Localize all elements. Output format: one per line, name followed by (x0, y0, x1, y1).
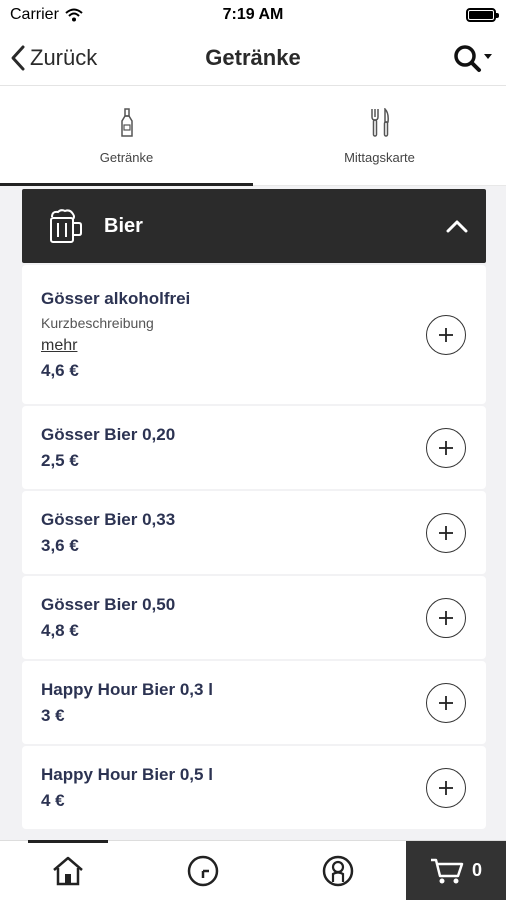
tab-mittagskarte[interactable]: Mittagskarte (253, 87, 506, 185)
list-item[interactable]: Gösser Bier 0,50 4,8 € (22, 576, 486, 659)
add-button[interactable] (426, 427, 466, 468)
item-info: Gösser alkoholfrei Kurzbeschreibung mehr… (41, 289, 190, 381)
item-info: Gösser Bier 0,33 3,6 € (41, 510, 175, 556)
add-button[interactable] (426, 597, 466, 638)
item-price: 2,5 € (41, 450, 79, 470)
list-item[interactable]: Happy Hour Bier 0,5 l 4 € (22, 746, 486, 829)
tab-orders[interactable] (135, 841, 270, 900)
item-name: Gösser Bier 0,33 (41, 509, 176, 529)
battery-icon (466, 8, 499, 22)
item-name: Gösser Bier 0,50 (41, 594, 176, 614)
item-price: 4 € (41, 790, 65, 810)
status-bar: Carrier 7:19 AM (0, 0, 506, 30)
item-name: Gösser Bier 0,20 (41, 424, 176, 444)
category-tabs: Getränke Mittagskarte (0, 87, 506, 186)
home-icon (52, 856, 83, 885)
list-item[interactable]: Gösser Bier 0,33 3,6 € (22, 491, 486, 574)
list-item[interactable]: Gösser Bier 0,20 2,5 € (22, 406, 486, 489)
nav-bar: Zurück Getränke (0, 30, 506, 86)
list-item[interactable]: Gösser alkoholfrei Kurzbeschreibung mehr… (22, 265, 486, 404)
plus-icon (439, 780, 453, 795)
tab-home[interactable] (0, 840, 135, 900)
bottom-tab-bar: 0 (0, 840, 506, 900)
tab-profile[interactable] (271, 841, 406, 900)
back-button[interactable]: Zurück (10, 44, 97, 72)
plus-icon (439, 695, 453, 710)
cutlery-icon (370, 107, 389, 137)
item-info: Happy Hour Bier 0,5 l 4 € (41, 765, 213, 811)
user-icon (323, 855, 354, 886)
item-name: Happy Hour Bier 0,5 l (41, 764, 213, 784)
status-left: Carrier (10, 6, 83, 24)
beer-mug-icon (50, 209, 82, 243)
carrier-label: Carrier (10, 6, 59, 23)
list-item[interactable]: Happy Hour Bier 0,3 l 3 € (22, 661, 486, 744)
plus-icon (439, 440, 453, 455)
add-button[interactable] (426, 314, 466, 355)
item-description: Kurzbeschreibung (41, 314, 154, 331)
search-icon (454, 44, 492, 72)
more-link[interactable]: mehr (41, 337, 190, 355)
item-price: 3 € (41, 705, 65, 725)
tab-mittagskarte-label: Mittagskarte (344, 149, 415, 165)
clock-icon (187, 855, 219, 886)
item-price: 4,8 € (41, 620, 79, 640)
menu-content[interactable]: Bier Gösser alkoholfrei Kurzbeschreibung… (0, 186, 506, 840)
item-info: Gösser Bier 0,50 4,8 € (41, 595, 175, 641)
item-info: Happy Hour Bier 0,3 l 3 € (41, 680, 213, 726)
back-label: Zurück (30, 44, 98, 70)
wifi-icon (65, 8, 83, 22)
item-name: Happy Hour Bier 0,3 l (41, 679, 213, 699)
plus-icon (439, 610, 453, 625)
cart-icon (430, 858, 464, 883)
item-price: 4,6 € (41, 360, 79, 380)
chevron-up-icon (446, 220, 468, 233)
add-button[interactable] (426, 512, 466, 553)
item-list: Gösser alkoholfrei Kurzbeschreibung mehr… (22, 265, 486, 829)
item-name: Gösser alkoholfrei (41, 288, 191, 308)
cart-count: 0 (471, 860, 482, 880)
bottle-icon (120, 107, 133, 137)
add-button[interactable] (426, 682, 466, 723)
category-header-bier[interactable]: Bier (22, 189, 486, 263)
plus-icon (439, 327, 453, 342)
category-name: Bier (104, 214, 143, 237)
tab-getraenke[interactable]: Getränke (0, 87, 253, 186)
search-button[interactable] (452, 43, 496, 73)
chevron-left-icon (11, 45, 25, 70)
add-button[interactable] (426, 767, 466, 808)
cart-button[interactable]: 0 (405, 841, 506, 900)
item-price: 3,6 € (41, 535, 79, 555)
item-info: Gösser Bier 0,20 2,5 € (41, 425, 175, 471)
tab-getraenke-label: Getränke (99, 149, 154, 165)
plus-icon (439, 525, 453, 540)
